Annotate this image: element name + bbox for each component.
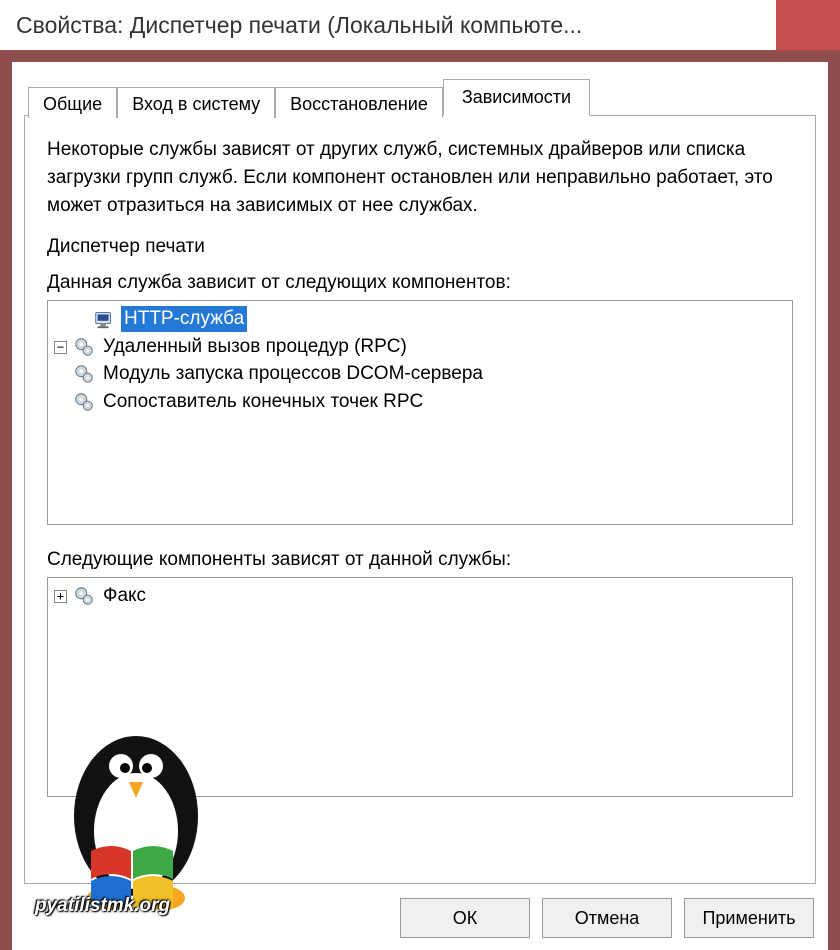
collapse-icon[interactable]: − [54,341,67,354]
tree-item-http-service[interactable]: HTTP-служба [54,306,786,332]
depends-on-tree[interactable]: HTTP-служба − Удаленный вызов процедур (… [47,300,793,525]
tree-item-rpc[interactable]: − Удаленный вызов процедур (RPC) [54,334,786,360]
dependents-tree[interactable]: + Факс [47,577,793,797]
service-name-label: Диспетчер печати [47,236,793,258]
close-button[interactable] [776,0,840,50]
dialog-button-row: ОК Отмена Применить [24,884,816,938]
ok-button[interactable]: ОК [400,898,530,938]
tree-item-label: Сопоставитель конечных точек RPC [101,389,425,415]
tree-item-label: Факс [101,583,148,609]
gear-icon [73,391,95,413]
tab-strip: Общие Вход в систему Восстановление Зави… [24,80,816,116]
dialog-body: Общие Вход в систему Восстановление Зави… [12,62,828,950]
tab-logon[interactable]: Вход в систему [117,87,275,118]
tree-item-fax[interactable]: + Факс [54,583,786,609]
tree-item-label: HTTP-служба [121,306,247,332]
gear-icon [73,585,95,607]
tab-page-dependencies: Некоторые службы зависят от других служб… [24,115,816,884]
tree-item-label: Удаленный вызов процедур (RPC) [101,334,409,360]
window-title: Свойства: Диспетчер печати (Локальный ко… [16,12,776,39]
tab-recovery[interactable]: Восстановление [275,87,443,118]
tree-item-rpc-mapper[interactable]: Сопоставитель конечных точек RPC [54,389,786,415]
driver-icon [93,308,115,330]
tab-dependencies[interactable]: Зависимости [443,79,590,116]
expand-icon[interactable]: + [54,590,67,603]
dependencies-description: Некоторые службы зависят от других служб… [47,136,793,220]
tree-item-label: Модуль запуска процессов DCOM-сервера [101,361,485,387]
depends-on-label: Данная служба зависит от следующих компо… [47,272,793,294]
title-bar: Свойства: Диспетчер печати (Локальный ко… [0,0,840,50]
dependents-label: Следующие компоненты зависят от данной с… [47,549,793,571]
tree-item-dcom[interactable]: Модуль запуска процессов DCOM-сервера [54,361,786,387]
apply-button[interactable]: Применить [684,898,814,938]
gear-icon [73,336,95,358]
gear-icon [73,363,95,385]
tab-general[interactable]: Общие [28,87,117,118]
cancel-button[interactable]: Отмена [542,898,672,938]
